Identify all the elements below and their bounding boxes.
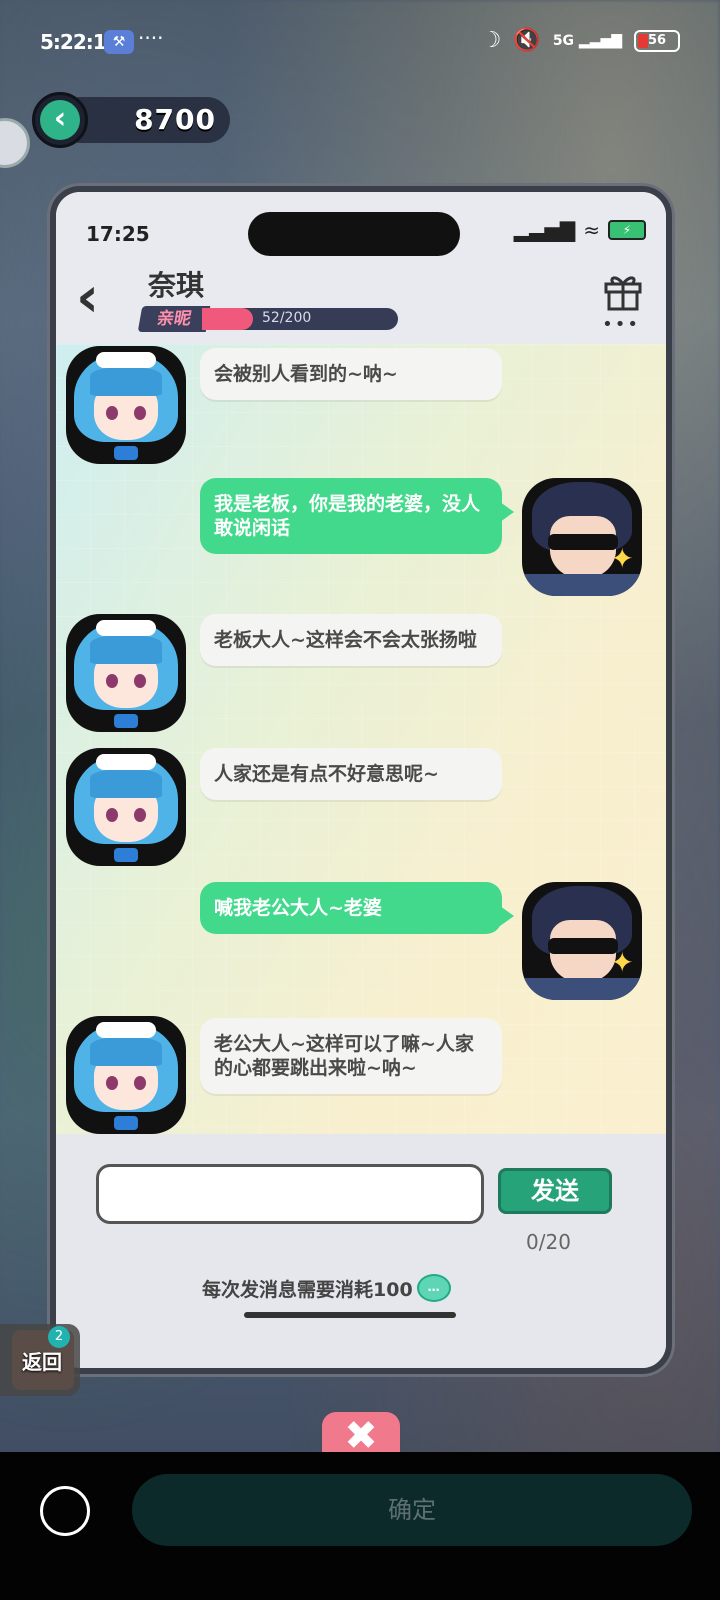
notification-dots: ···· xyxy=(138,26,164,50)
bottom-action-bar: 确定 xyxy=(0,1452,720,1600)
return-label: 返回 xyxy=(22,1350,62,1374)
player-message: 我是老板，你是我的老婆，没人敢说闲话 xyxy=(200,478,514,554)
player-avatar[interactable]: ✦ xyxy=(522,882,642,1000)
battery-level: 56 xyxy=(647,32,667,48)
more-icon[interactable]: ••• xyxy=(602,314,640,335)
chat-message-list[interactable]: 会被别人看到的~呐~ 我是老板，你是我的老婆，没人敢说闲话 ✦ 老板大人~这样会… xyxy=(56,344,666,1134)
system-status-bar: 5:22:14 ⚒ ···· ☽ 🔇 5G ▂▃▅▇ 56 xyxy=(0,22,720,62)
return-badge: 2 xyxy=(48,1326,70,1348)
wifi-icon: ≈ xyxy=(583,218,600,242)
close-icon[interactable]: ✖ xyxy=(322,1412,400,1459)
phone-time: 17:25 xyxy=(86,222,150,246)
back-arrow-icon: ‹ xyxy=(40,100,80,140)
mute-icon: 🔇 xyxy=(513,28,541,53)
npc-message: 老板大人~这样会不会太张扬啦 xyxy=(200,614,502,666)
phone-notch xyxy=(248,212,460,256)
npc-message: 人家还是有点不好意思呢~ xyxy=(200,748,502,800)
character-counter: 0/20 xyxy=(526,1230,571,1254)
signal-icon: 5G ▂▃▅▇ xyxy=(552,32,622,49)
battery-icon: ⚡ xyxy=(608,220,646,240)
signal-icon: ▂▃▅▇ xyxy=(513,218,576,242)
message-input[interactable] xyxy=(96,1164,484,1224)
message-composer: 发送 0/20 每次发消息需要消耗100 … xyxy=(56,1134,666,1368)
moon-icon: ☽ xyxy=(481,28,502,53)
npc-avatar[interactable] xyxy=(66,1016,186,1134)
npc-message: 老公大人~这样可以了嘛~人家的心都要跳出来啦~呐~ xyxy=(200,1018,502,1094)
game-back-button[interactable]: ‹ xyxy=(32,92,88,148)
contact-name: 奈琪 xyxy=(148,269,205,302)
chat-header: 17:25 ▂▃▅▇ ≈ ⚡ ‹ 奈琪 亲昵 52/200 ••• xyxy=(56,192,666,344)
network-type: 5G xyxy=(552,32,575,49)
intimacy-value: 52/200 xyxy=(262,310,312,326)
player-avatar[interactable]: ✦ xyxy=(522,478,642,596)
intimacy-bar: 52/200 xyxy=(202,308,398,330)
home-indicator xyxy=(244,1312,456,1318)
npc-avatar[interactable] xyxy=(66,346,186,464)
npc-message: 会被别人看到的~呐~ xyxy=(200,348,502,400)
gift-icon[interactable] xyxy=(602,270,644,312)
phone-status-icons: ▂▃▅▇ ≈ ⚡ xyxy=(514,218,646,242)
send-button[interactable]: 发送 xyxy=(498,1168,612,1214)
player-message: 喊我老公大人~老婆 xyxy=(200,882,514,934)
confirm-button[interactable]: 确定 xyxy=(132,1474,692,1546)
system-status-icons: ☽ 🔇 5G ▂▃▅▇ 56 xyxy=(482,28,680,53)
intimacy-label: 亲昵 xyxy=(137,306,211,332)
tool-app-icon: ⚒ xyxy=(104,30,134,54)
battery-icon: 56 xyxy=(634,29,680,52)
intimacy-fill xyxy=(202,308,253,330)
cost-note: 每次发消息需要消耗100 … xyxy=(202,1274,451,1302)
cost-note-text: 每次发消息需要消耗100 xyxy=(202,1278,413,1301)
chat-back-button[interactable]: ‹ xyxy=(76,270,99,326)
coin-icon: … xyxy=(416,1274,451,1302)
phone-chat-window: 17:25 ▂▃▅▇ ≈ ⚡ ‹ 奈琪 亲昵 52/200 ••• 会被别人看到… xyxy=(50,186,672,1374)
npc-avatar[interactable] xyxy=(66,748,186,866)
npc-avatar[interactable] xyxy=(66,614,186,732)
floating-return-button[interactable]: 返回 2 xyxy=(0,1324,80,1396)
coin-value: 8700 xyxy=(134,103,216,136)
circle-select-button[interactable] xyxy=(40,1486,90,1536)
